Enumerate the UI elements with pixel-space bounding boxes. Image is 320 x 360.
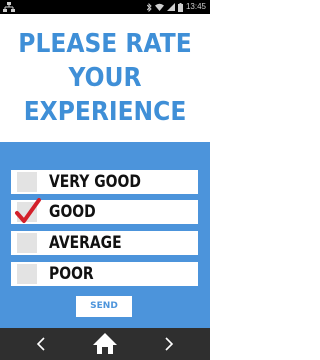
- send-button[interactable]: SEND: [76, 296, 132, 317]
- battery-icon: [177, 2, 183, 12]
- option-label-poor: POOR: [49, 264, 94, 284]
- back-arrow-icon[interactable]: [34, 328, 50, 360]
- checkmark-icon: [15, 198, 41, 223]
- rating-panel: VERY GOOD GOOD AVERAGE POOR SEND: [0, 142, 210, 328]
- option-good[interactable]: GOOD: [11, 198, 198, 224]
- checkbox-average[interactable]: [17, 233, 37, 253]
- bluetooth-icon: [146, 2, 152, 12]
- wifi-icon: [154, 3, 164, 11]
- option-label-very-good: VERY GOOD: [49, 172, 141, 192]
- option-label-good: GOOD: [49, 202, 96, 222]
- home-icon[interactable]: [91, 328, 119, 360]
- option-poor[interactable]: POOR: [11, 262, 198, 286]
- checkbox-very-good[interactable]: [17, 172, 37, 192]
- title-line-2: YOUR: [68, 63, 142, 93]
- option-very-good[interactable]: VERY GOOD: [11, 170, 198, 194]
- option-average[interactable]: AVERAGE: [11, 231, 198, 255]
- checkbox-good[interactable]: [15, 198, 41, 223]
- status-bar: 13:45: [0, 0, 210, 14]
- network-icon: [3, 2, 15, 12]
- option-label-average: AVERAGE: [49, 233, 122, 253]
- title-line-3: EXPERIENCE: [23, 97, 187, 127]
- page-title: PLEASE RATE YOUR EXPERIENCE: [0, 14, 210, 142]
- signal-icon: [166, 3, 175, 11]
- checkbox-poor[interactable]: [17, 264, 37, 284]
- forward-arrow-icon[interactable]: [160, 328, 176, 360]
- title-line-1: PLEASE RATE: [18, 29, 192, 59]
- navigation-bar: [0, 328, 210, 360]
- status-time: 13:45: [185, 2, 206, 11]
